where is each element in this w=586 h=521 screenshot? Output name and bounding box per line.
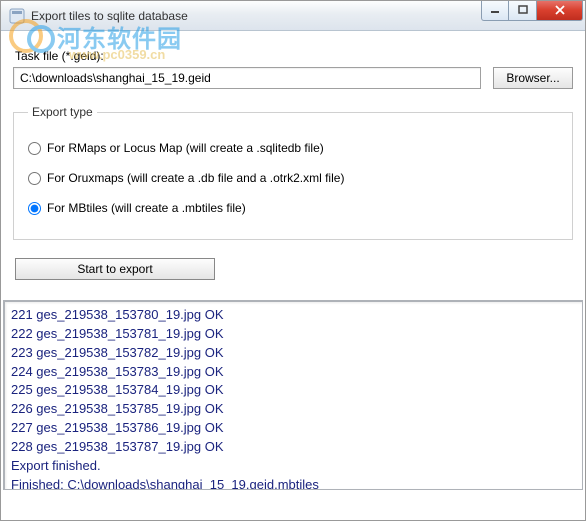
window-buttons bbox=[481, 1, 583, 21]
radio-orux-label: For Oruxmaps (will create a .db file and… bbox=[47, 171, 344, 185]
log-line: 226 ges_219538_153785_19.jpg OK bbox=[11, 400, 576, 419]
log-line: 225 ges_219538_153784_19.jpg OK bbox=[11, 381, 576, 400]
task-file-label: Task file (*.geid): bbox=[15, 49, 573, 63]
export-type-legend: Export type bbox=[28, 105, 97, 119]
radio-rmaps[interactable] bbox=[28, 142, 41, 155]
log-line: 228 ges_219538_153787_19.jpg OK bbox=[11, 438, 576, 457]
close-button[interactable] bbox=[537, 1, 583, 21]
browser-button[interactable]: Browser... bbox=[493, 67, 573, 89]
option-orux[interactable]: For Oruxmaps (will create a .db file and… bbox=[28, 171, 558, 185]
log-line: 222 ges_219538_153781_19.jpg OK bbox=[11, 325, 576, 344]
maximize-button[interactable] bbox=[509, 1, 537, 21]
radio-mbtiles-label: For MBtiles (will create a .mbtiles file… bbox=[47, 201, 246, 215]
option-mbtiles[interactable]: For MBtiles (will create a .mbtiles file… bbox=[28, 201, 558, 215]
radio-mbtiles[interactable] bbox=[28, 202, 41, 215]
log-line: 221 ges_219538_153780_19.jpg OK bbox=[11, 306, 576, 325]
log-line: 227 ges_219538_153786_19.jpg OK bbox=[11, 419, 576, 438]
log-line: 224 ges_219538_153783_19.jpg OK bbox=[11, 363, 576, 382]
start-export-button[interactable]: Start to export bbox=[15, 258, 215, 280]
title-bar: Export tiles to sqlite database bbox=[1, 1, 585, 31]
client-area: Task file (*.geid): Browser... Export ty… bbox=[1, 31, 585, 294]
window-title: Export tiles to sqlite database bbox=[31, 9, 481, 23]
log-line: 223 ges_219538_153782_19.jpg OK bbox=[11, 344, 576, 363]
log-line: Finished: C:\downloads\shanghai_15_19.ge… bbox=[11, 476, 576, 490]
option-rmaps[interactable]: For RMaps or Locus Map (will create a .s… bbox=[28, 141, 558, 155]
task-file-input[interactable] bbox=[13, 67, 481, 89]
radio-rmaps-label: For RMaps or Locus Map (will create a .s… bbox=[47, 141, 324, 155]
app-icon bbox=[9, 8, 25, 24]
radio-orux[interactable] bbox=[28, 172, 41, 185]
export-log[interactable]: 221 ges_219538_153780_19.jpg OK222 ges_2… bbox=[3, 300, 583, 490]
export-type-group: Export type For RMaps or Locus Map (will… bbox=[13, 105, 573, 240]
minimize-button[interactable] bbox=[481, 1, 509, 21]
log-line: Export finished. bbox=[11, 457, 576, 476]
